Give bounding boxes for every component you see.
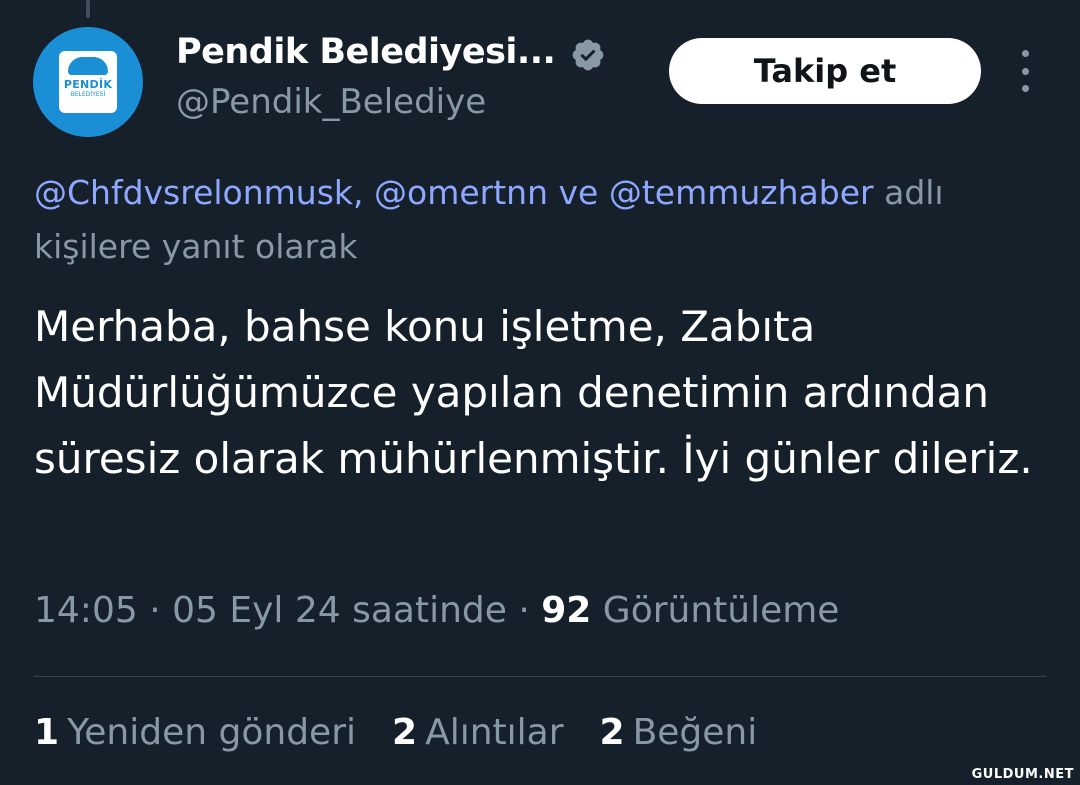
more-dot bbox=[1021, 67, 1029, 75]
likes-label: Beğeni bbox=[632, 712, 758, 753]
likes-count: 2 bbox=[599, 712, 625, 753]
logo-sub-text: BELEDİYESİ bbox=[70, 91, 106, 98]
tweet-meta: 14:05 · 05 Eyl 24 saatinde · 92 Görüntül… bbox=[34, 590, 839, 631]
tweet-text: Merhaba, bahse konu işletme, Zabıta Müdü… bbox=[34, 302, 1033, 483]
views-count: 92 bbox=[541, 590, 592, 631]
engagement-stats: 1 Yeniden gönderi 2 Alıntılar 2 Beğeni bbox=[34, 712, 793, 753]
pendik-logo-icon: PENDİK BELEDİYESİ bbox=[59, 51, 117, 113]
reposts-label: Yeniden gönderi bbox=[67, 712, 356, 753]
mention-link[interactable]: @Chfdvsrelonmusk, bbox=[34, 173, 364, 212]
likes-stat[interactable]: 2 Beğeni bbox=[600, 712, 758, 753]
reply-connector: ve bbox=[558, 173, 599, 212]
more-dot bbox=[1021, 50, 1029, 57]
quotes-stat[interactable]: 2 Alıntılar bbox=[392, 712, 564, 753]
reposts-count: 1 bbox=[34, 712, 60, 753]
avatar[interactable]: PENDİK BELEDİYESİ bbox=[33, 27, 143, 137]
more-vertical-icon[interactable] bbox=[1010, 50, 1040, 92]
watermark: GULDUM.NET bbox=[971, 767, 1074, 782]
author-handle[interactable]: @Pendik_Belediye bbox=[176, 82, 486, 122]
tweet-detail-page: PENDİK BELEDİYESİ Pendik Belediyesi... @… bbox=[0, 0, 1080, 785]
logo-name-text: PENDİK bbox=[63, 78, 113, 91]
divider bbox=[34, 676, 1046, 677]
mention-link[interactable]: @temmuzhaber bbox=[609, 173, 874, 212]
quotes-count: 2 bbox=[392, 712, 418, 753]
mention-link[interactable]: @omertnn bbox=[374, 173, 548, 212]
logo-bird-shape bbox=[68, 57, 108, 75]
verified-badge-icon bbox=[572, 39, 604, 71]
thread-connector-line bbox=[86, 0, 90, 18]
follow-button[interactable]: Takip et bbox=[669, 38, 981, 104]
more-dot bbox=[1021, 85, 1029, 92]
tweet-timestamp[interactable]: 14:05 · 05 Eyl 24 saatinde · bbox=[34, 590, 530, 631]
reposts-stat[interactable]: 1 Yeniden gönderi bbox=[34, 712, 356, 753]
quotes-label: Alıntılar bbox=[425, 712, 564, 753]
author-display-name[interactable]: Pendik Belediyesi... bbox=[176, 32, 556, 72]
reply-context: @Chfdvsrelonmusk, @omertnn ve @temmuzhab… bbox=[34, 166, 1064, 274]
views-label: Görüntüleme bbox=[602, 590, 840, 631]
